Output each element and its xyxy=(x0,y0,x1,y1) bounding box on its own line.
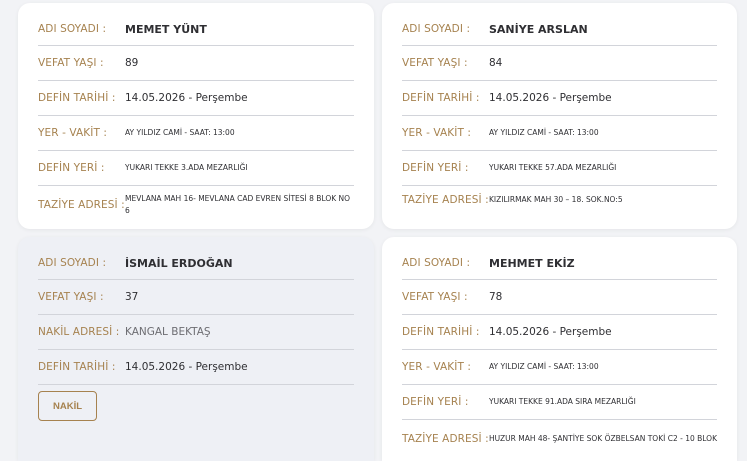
condolence-address-row: TAZİYE ADRESİ : MEVLANA MAH 16- MEVLANA … xyxy=(38,186,354,224)
name-row: ADI SOYADI : SANİYE ARSLAN xyxy=(402,13,717,46)
age-row: VEFAT YAŞI : 37 xyxy=(38,280,354,315)
name-label: ADI SOYADI : xyxy=(38,23,107,35)
place-time-label: YER - VAKİT : xyxy=(402,127,472,139)
burial-place-row: DEFİN YERİ : YUKARI TEKKE 57.ADA MEZARLI… xyxy=(402,151,717,186)
burial-place-value: YUKARI TEKKE 57.ADA MEZARLIĞI xyxy=(489,163,617,172)
obituary-card-3: ADI SOYADI : İSMAİL ERDOĞAN VEFAT YAŞI :… xyxy=(18,237,374,461)
transfer-button[interactable]: NAKİL xyxy=(38,391,97,421)
name-row: ADI SOYADI : İSMAİL ERDOĞAN xyxy=(38,247,354,280)
condolence-address-value: KIZILIRMAK MAH 30 – 18. SOK.NO:5 xyxy=(489,195,623,204)
condolence-address-value: HUZUR MAH 48- ŞANTİYE SOK ÖZBELSAN TOKİ … xyxy=(489,434,717,443)
age-value: 89 xyxy=(125,57,139,69)
name-label: ADI SOYADI : xyxy=(402,23,471,35)
age-value: 37 xyxy=(125,291,139,303)
burial-date-label: DEFİN TARİHİ : xyxy=(402,92,480,104)
age-value: 78 xyxy=(489,291,503,303)
place-time-value: AY YILDIZ CAMİ - SAAT: 13:00 xyxy=(489,128,599,137)
name-label: ADI SOYADI : xyxy=(402,257,471,269)
burial-date-label: DEFİN TARİHİ : xyxy=(38,92,116,104)
transfer-address-value: KANGAL BEKTAŞ xyxy=(125,326,211,338)
place-time-value: AY YILDIZ CAMİ - SAAT: 13:00 xyxy=(489,362,599,371)
burial-date-row: DEFİN TARİHİ : 14.05.2026 - Perşembe xyxy=(38,350,354,385)
age-value: 84 xyxy=(489,57,503,69)
burial-date-value: 14.05.2026 - Perşembe xyxy=(489,92,612,104)
obituary-card-2: ADI SOYADI : SANİYE ARSLAN VEFAT YAŞI : … xyxy=(382,3,737,229)
name-value: MEHMET EKİZ xyxy=(489,256,575,270)
burial-date-value: 14.05.2026 - Perşembe xyxy=(125,361,248,373)
condolence-address-label: TAZİYE ADRESİ : xyxy=(38,199,125,211)
burial-date-row: DEFİN TARİHİ : 14.05.2026 - Perşembe xyxy=(402,315,717,350)
condolence-address-row: TAZİYE ADRESİ : KIZILIRMAK MAH 30 – 18. … xyxy=(402,186,717,214)
transfer-address-label: NAKİL ADRESİ : xyxy=(38,326,120,338)
burial-place-label: DEFİN YERİ : xyxy=(38,162,105,174)
burial-date-label: DEFİN TARİHİ : xyxy=(38,361,116,373)
burial-place-value: YUKARI TEKKE 3.ADA MEZARLIĞI xyxy=(125,163,248,172)
burial-place-label: DEFİN YERİ : xyxy=(402,162,469,174)
condolence-address-label: TAZİYE ADRESİ : xyxy=(402,194,489,206)
condolence-address-value: MEVLANA MAH 16- MEVLANA CAD EVREN SİTESİ… xyxy=(125,194,351,215)
burial-date-value: 14.05.2026 - Perşembe xyxy=(489,326,612,338)
name-value: SANİYE ARSLAN xyxy=(489,22,588,36)
burial-date-label: DEFİN TARİHİ : xyxy=(402,326,480,338)
burial-date-value: 14.05.2026 - Perşembe xyxy=(125,92,248,104)
name-row: ADI SOYADI : MEMET YÜNT xyxy=(38,13,354,46)
place-time-row: YER - VAKİT : AY YILDIZ CAMİ - SAAT: 13:… xyxy=(402,116,717,151)
age-label: VEFAT YAŞI : xyxy=(38,57,104,69)
age-row: VEFAT YAŞI : 89 xyxy=(38,46,354,81)
burial-date-row: DEFİN TARİHİ : 14.05.2026 - Perşembe xyxy=(402,81,717,116)
burial-place-row: DEFİN YERİ : YUKARI TEKKE 3.ADA MEZARLIĞ… xyxy=(38,151,354,186)
name-row: ADI SOYADI : MEHMET EKİZ xyxy=(402,247,717,280)
age-label: VEFAT YAŞI : xyxy=(402,291,468,303)
transfer-address-row: NAKİL ADRESİ : KANGAL BEKTAŞ xyxy=(38,315,354,350)
place-time-value: AY YILDIZ CAMİ - SAAT: 13:00 xyxy=(125,128,235,137)
condolence-address-label: TAZİYE ADRESİ : xyxy=(402,433,489,445)
obituary-card-4: ADI SOYADI : MEHMET EKİZ VEFAT YAŞI : 78… xyxy=(382,237,737,461)
place-time-label: YER - VAKİT : xyxy=(38,127,108,139)
age-label: VEFAT YAŞI : xyxy=(402,57,468,69)
name-value: İSMAİL ERDOĞAN xyxy=(125,256,233,270)
age-row: VEFAT YAŞI : 78 xyxy=(402,280,717,315)
condolence-address-row: TAZİYE ADRESİ : HUZUR MAH 48- ŞANTİYE SO… xyxy=(402,420,717,458)
age-row: VEFAT YAŞI : 84 xyxy=(402,46,717,81)
burial-place-value: YUKARI TEKKE 91.ADA SIRA MEZARLIĞI xyxy=(489,397,636,406)
obituary-card-1: ADI SOYADI : MEMET YÜNT VEFAT YAŞI : 89 … xyxy=(18,3,374,229)
place-time-row: YER - VAKİT : AY YILDIZ CAMİ - SAAT: 13:… xyxy=(38,116,354,151)
name-label: ADI SOYADI : xyxy=(38,257,107,269)
place-time-row: YER - VAKİT : AY YILDIZ CAMİ - SAAT: 13:… xyxy=(402,350,717,385)
burial-date-row: DEFİN TARİHİ : 14.05.2026 - Perşembe xyxy=(38,81,354,116)
age-label: VEFAT YAŞI : xyxy=(38,291,104,303)
name-value: MEMET YÜNT xyxy=(125,22,207,36)
burial-place-label: DEFİN YERİ : xyxy=(402,396,469,408)
place-time-label: YER - VAKİT : xyxy=(402,361,472,373)
burial-place-row: DEFİN YERİ : YUKARI TEKKE 91.ADA SIRA ME… xyxy=(402,385,717,420)
